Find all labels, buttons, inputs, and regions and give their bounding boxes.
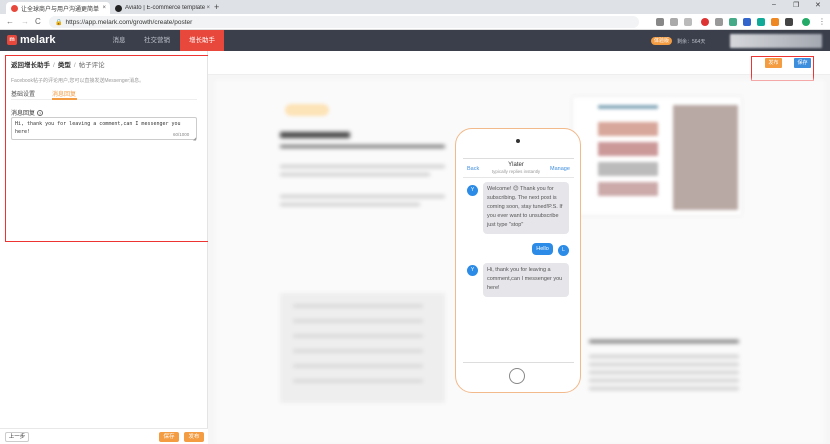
profile-avatar-icon[interactable]: [802, 18, 810, 26]
close-tab-icon[interactable]: ×: [102, 5, 106, 11]
logo-text: melark: [20, 34, 56, 46]
extension-icon[interactable]: [771, 18, 779, 26]
save-button[interactable]: 保存: [794, 58, 811, 68]
nav-social-marketing[interactable]: 社交营销: [138, 30, 176, 51]
forward-icon[interactable]: →: [21, 17, 29, 26]
message-reply-label: 消息回复?: [11, 108, 44, 117]
extension-icon[interactable]: [785, 18, 793, 26]
poster-tag-blurred: [285, 104, 329, 116]
tab-title: 让全球商户与用户沟通更简单: [21, 6, 100, 13]
user-account-blurred[interactable]: [730, 34, 822, 48]
preview-toolbar: [208, 51, 830, 75]
breadcrumb-type[interactable]: 类型: [58, 62, 71, 69]
prev-step-button[interactable]: 上一步: [5, 432, 29, 442]
phone-screen-bottom: [463, 362, 574, 363]
user-avatar: L: [558, 245, 569, 256]
minimize-window-icon[interactable]: –: [772, 1, 776, 8]
logo-mark-icon: m: [7, 35, 17, 45]
new-tab-button[interactable]: +: [214, 2, 219, 12]
aviato-favicon-icon: [115, 4, 122, 12]
page-avatar: Y: [467, 265, 478, 276]
remaining-days: 剩余：564天: [677, 39, 706, 45]
url-text: https://app.melark.com/growth/create/pos…: [65, 18, 193, 26]
back-icon[interactable]: ←: [6, 17, 14, 26]
messenger-page-status: typically replies instantly: [491, 169, 541, 174]
message-bubble: Welcome! 😊 Thank you for subscribing. Th…: [483, 182, 569, 234]
menu-dots-icon[interactable]: ⋮: [818, 17, 826, 26]
phone-screen-top: [463, 158, 574, 159]
breadcrumb-back-link[interactable]: 返回增长助手: [11, 62, 50, 69]
resize-handle-icon[interactable]: ◢: [193, 136, 196, 141]
char-counter: 60/1000: [173, 132, 190, 137]
extension-icon[interactable]: [743, 18, 751, 26]
footer-save-button[interactable]: 保存: [159, 432, 179, 442]
footer-publish-button[interactable]: 发布: [184, 432, 204, 442]
messenger-page-name: Ylater: [508, 162, 524, 168]
messenger-manage-link: Manage: [550, 166, 570, 172]
extension-icon[interactable]: [729, 18, 737, 26]
app-logo[interactable]: m melark: [7, 34, 55, 46]
phone-speaker: [516, 139, 520, 143]
browser-tab[interactable]: Aviato | E-commerce template ×: [110, 2, 214, 14]
phone-home-button: [509, 368, 525, 384]
lock-icon: 🔒: [55, 19, 63, 26]
extension-icon[interactable]: [715, 18, 723, 26]
help-icon[interactable]: ?: [37, 110, 44, 116]
melark-favicon-icon: [11, 4, 18, 12]
message-bubble: Hi, thank you for leaving a comment,can …: [483, 263, 569, 297]
tab-divider: [11, 99, 197, 100]
extension-icon[interactable]: [701, 18, 709, 26]
url-bar[interactable]: 🔒 https://app.melark.com/growth/create/p…: [49, 16, 639, 28]
tab-message-reply[interactable]: 消息回复: [52, 89, 76, 98]
facebook-screenshot-blurred: [573, 97, 741, 215]
panel-description: Facebook帖子的评论用户,您可以直接发送Messenger消息。: [11, 78, 145, 84]
message-reply-textarea[interactable]: Hi, thank you for leaving a comment,can …: [11, 117, 197, 140]
breadcrumb: 返回增长助手 / 类型 / 帖子评论: [11, 62, 105, 69]
publish-button[interactable]: 发布: [765, 58, 782, 68]
translate-icon[interactable]: [670, 18, 678, 26]
active-tab-indicator: [52, 98, 77, 100]
close-window-icon[interactable]: ✕: [815, 1, 821, 9]
browser-tab-active[interactable]: 让全球商户与用户沟通更简单 ×: [6, 2, 110, 14]
close-tab-icon[interactable]: ×: [206, 5, 210, 11]
breadcrumb-current: 帖子评论: [78, 62, 105, 69]
tab-basic-settings[interactable]: 基础设置: [11, 89, 35, 98]
nav-messages[interactable]: 消息: [104, 30, 134, 51]
extension-icon[interactable]: [757, 18, 765, 26]
page-avatar: Y: [467, 185, 478, 196]
key-icon[interactable]: [656, 18, 664, 26]
star-icon[interactable]: [684, 18, 692, 26]
messenger-back-link: Back: [467, 166, 480, 172]
tab-title: Aviato | E-commerce template: [125, 5, 206, 11]
plan-badge: 体验版: [651, 37, 673, 45]
user-message-bubble: Hello: [532, 243, 553, 255]
nav-growth-assistant[interactable]: 增长助手: [180, 30, 224, 51]
reload-icon[interactable]: C: [35, 17, 41, 26]
messenger-header-divider: [463, 177, 574, 178]
maximize-window-icon[interactable]: ❐: [793, 1, 799, 9]
